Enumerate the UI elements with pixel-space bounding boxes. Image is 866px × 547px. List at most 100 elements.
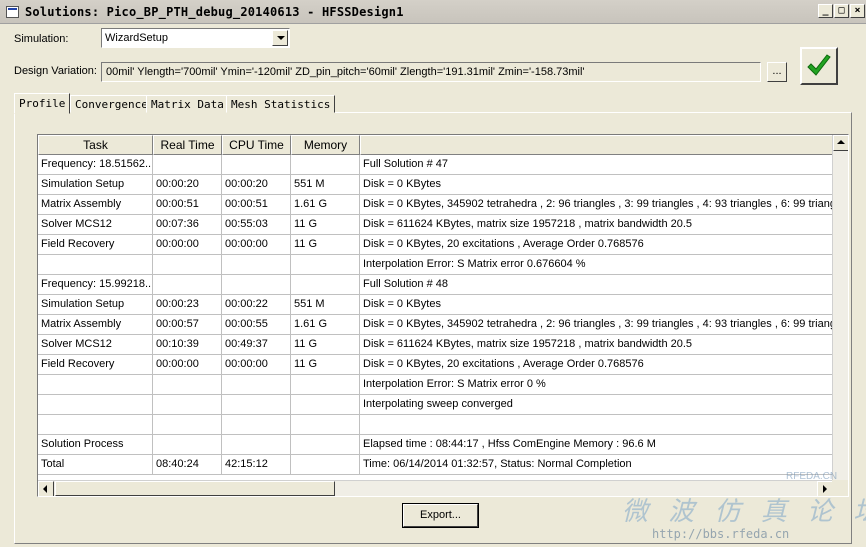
maximize-button[interactable]: □ <box>834 4 849 18</box>
table-row[interactable]: Frequency: 18.51562... Full Solution # 47 <box>38 155 833 175</box>
tab-matrix-data[interactable]: Matrix Data <box>146 95 229 113</box>
table-row[interactable]: Solution Process Elapsed time : 08:44:17 … <box>38 435 833 455</box>
cell-info: Elapsed time : 08:44:17 , Hfss ComEngine… <box>360 435 833 455</box>
browse-variation-button[interactable]: ... <box>767 62 787 82</box>
cell-memory: 11 G <box>291 235 360 255</box>
column-header-task[interactable]: Task <box>38 135 153 155</box>
table-row[interactable]: Solver MCS12 00:10:39 00:49:37 11 G Disk = 6… <box>38 335 833 355</box>
cell-memory <box>291 375 360 395</box>
chevron-down-icon[interactable] <box>272 30 288 46</box>
simulation-value: WizardSetup <box>105 32 168 44</box>
cell-cpu-time: 00:00:51 <box>222 195 291 215</box>
scroll-up-button[interactable] <box>833 135 848 151</box>
cell-memory: 11 G <box>291 355 360 375</box>
column-header-info[interactable] <box>360 135 833 155</box>
cell-task: Field Recovery <box>38 235 153 255</box>
table-row[interactable]: Frequency: 15.99218... Full Solution # 48 <box>38 275 833 295</box>
cell-cpu-time <box>222 255 291 275</box>
cell-real-time: 00:00:51 <box>153 195 222 215</box>
table-row[interactable]: Matrix Assembly 00:00:51 00:00:51 1.61 G Dis… <box>38 195 833 215</box>
cell-info: Disk = 0 KBytes, 20 excitations , Averag… <box>360 235 833 255</box>
cell-real-time: 00:07:36 <box>153 215 222 235</box>
table-row[interactable]: Field Recovery 00:00:00 00:00:00 11 G Disk =… <box>38 355 833 375</box>
table-row[interactable]: Field Recovery 00:00:00 00:00:00 11 G Disk =… <box>38 235 833 255</box>
table-row[interactable]: Simulation Setup 00:00:20 00:00:20 551 M Dis… <box>38 175 833 195</box>
cell-memory: 11 G <box>291 215 360 235</box>
checkmark-icon <box>807 54 831 76</box>
cell-real-time <box>153 275 222 295</box>
cell-real-time: 00:00:00 <box>153 235 222 255</box>
cell-task <box>38 395 153 415</box>
cell-task: Matrix Assembly <box>38 315 153 335</box>
table-header: Task Real Time CPU Time Memory <box>38 135 833 155</box>
cell-real-time: 00:00:20 <box>153 175 222 195</box>
column-header-memory[interactable]: Memory <box>291 135 360 155</box>
cell-memory <box>291 455 360 475</box>
tab-mesh-statistics[interactable]: Mesh Statistics <box>226 95 336 113</box>
cell-info <box>360 415 833 435</box>
window-icon <box>6 6 19 18</box>
cell-task <box>38 415 153 435</box>
column-header-cpu-time[interactable]: CPU Time <box>222 135 291 155</box>
cell-memory: 11 G <box>291 335 360 355</box>
cell-info: Disk = 611624 KBytes, matrix size 195721… <box>360 335 833 355</box>
table-row[interactable]: Total 08:40:24 42:15:12 Time: 06/14/2014 01… <box>38 455 833 475</box>
cell-memory <box>291 275 360 295</box>
horizontal-scrollbar[interactable] <box>38 480 833 496</box>
table-row[interactable]: Interpolation Error: S Matrix error 0 % <box>38 375 833 395</box>
cell-cpu-time <box>222 375 291 395</box>
scroll-right-button[interactable] <box>817 481 833 496</box>
cell-task <box>38 375 153 395</box>
cell-real-time: 08:40:24 <box>153 455 222 475</box>
cell-cpu-time: 00:55:03 <box>222 215 291 235</box>
horizontal-scroll-thumb[interactable] <box>55 481 335 496</box>
cell-cpu-time <box>222 155 291 175</box>
design-variation-field[interactable]: 00mil' Ylength='700mil' Ymin='-120mil' Z… <box>101 62 761 82</box>
cell-cpu-time <box>222 395 291 415</box>
scroll-left-button[interactable] <box>38 481 54 496</box>
design-variation-value: 00mil' Ylength='700mil' Ymin='-120mil' Z… <box>106 66 585 78</box>
cell-memory <box>291 395 360 415</box>
design-variation-label: Design Variation: <box>14 65 97 77</box>
cell-cpu-time <box>222 435 291 455</box>
scroll-corner <box>832 480 848 496</box>
apply-button[interactable] <box>800 47 838 85</box>
window-title: Solutions: Pico_BP_PTH_debug_20140613 - … <box>25 5 404 19</box>
cell-real-time <box>153 395 222 415</box>
cell-real-time <box>153 435 222 455</box>
cell-memory: 1.61 G <box>291 315 360 335</box>
close-button[interactable]: × <box>850 4 865 18</box>
tab-profile[interactable]: Profile <box>14 93 71 114</box>
cell-real-time <box>153 155 222 175</box>
cell-task: Solver MCS12 <box>38 335 153 355</box>
cell-real-time: 00:00:23 <box>153 295 222 315</box>
table-row[interactable]: Interpolation Error: S Matrix error 0.67… <box>38 255 833 275</box>
cell-task: Simulation Setup <box>38 295 153 315</box>
cell-real-time: 00:00:57 <box>153 315 222 335</box>
cell-memory: 1.61 G <box>291 195 360 215</box>
cell-info: Full Solution # 47 <box>360 155 833 175</box>
cell-info: Disk = 0 KBytes, 345902 tetrahedra , 2: … <box>360 315 833 335</box>
table-row[interactable]: Matrix Assembly 00:00:57 00:00:55 1.61 G Dis… <box>38 315 833 335</box>
cell-real-time <box>153 375 222 395</box>
table-row[interactable]: Solver MCS12 00:07:36 00:55:03 11 G Disk = 6… <box>38 215 833 235</box>
column-header-real-time[interactable]: Real Time <box>153 135 222 155</box>
cell-memory <box>291 255 360 275</box>
cell-cpu-time: 00:00:00 <box>222 355 291 375</box>
profile-table: Task Real Time CPU Time Memory Frequency… <box>37 134 849 497</box>
cell-cpu-time: 00:00:00 <box>222 235 291 255</box>
cell-cpu-time: 00:00:20 <box>222 175 291 195</box>
cell-cpu-time: 42:15:12 <box>222 455 291 475</box>
vertical-scrollbar[interactable] <box>832 135 848 480</box>
export-button[interactable]: Export... <box>402 503 479 528</box>
cell-info: Disk = 611624 KBytes, matrix size 195721… <box>360 215 833 235</box>
table-row[interactable]: Interpolating sweep converged <box>38 395 833 415</box>
cell-task: Field Recovery <box>38 355 153 375</box>
cell-task <box>38 255 153 275</box>
simulation-select[interactable]: WizardSetup <box>101 28 290 48</box>
cell-info: Disk = 0 KBytes, 20 excitations , Averag… <box>360 355 833 375</box>
table-row[interactable]: Simulation Setup 00:00:23 00:00:22 551 M Dis… <box>38 295 833 315</box>
table-row[interactable] <box>38 415 833 435</box>
tab-convergence[interactable]: Convergence <box>70 95 153 113</box>
minimize-button[interactable]: _ <box>818 4 833 18</box>
